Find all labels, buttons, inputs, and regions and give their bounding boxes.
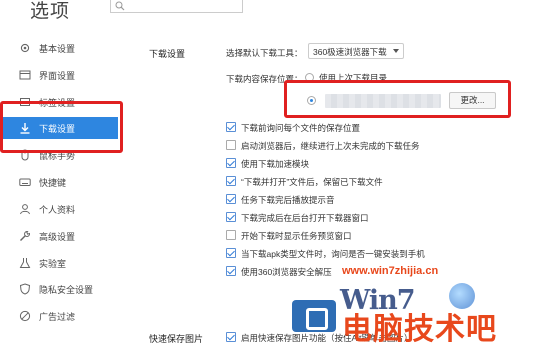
wrench-icon [20, 230, 31, 241]
option-label: 下载完成后在后台打开下载器窗口 [241, 213, 369, 223]
page-title: 选项 [30, 1, 71, 22]
search-icon [115, 1, 125, 11]
sidebar-item-label: 高级设置 [39, 232, 76, 242]
sidebar-item-lab[interactable]: 实验室 [0, 252, 118, 274]
watermark-brand: 电脑技术吧 [342, 313, 497, 346]
search-input[interactable] [110, 0, 243, 13]
block-icon [19, 310, 31, 322]
checkbox-quick-save-image[interactable] [226, 332, 236, 342]
sidebar-item-label: 实验室 [39, 259, 67, 269]
keyboard-icon [19, 178, 31, 186]
highlight-frame-path [284, 80, 511, 118]
highlight-frame-sidebar [0, 101, 123, 153]
title-bar: 选项 [0, 0, 539, 22]
checkbox-open-downloader-window[interactable] [226, 212, 236, 222]
sidebar-item-privacy-security[interactable]: 隐私安全设置 [0, 278, 118, 300]
sidebar-item-label: 快捷键 [39, 178, 67, 188]
sidebar-item-basic-settings[interactable]: 基本设置 [0, 37, 118, 59]
checkbox-apk-install-phone[interactable] [226, 248, 236, 258]
monitor-icon [292, 300, 336, 332]
checkbox-ask-save-location[interactable] [226, 122, 236, 132]
sidebar-item-label: 个人资料 [39, 205, 76, 215]
download-tool-select[interactable]: 360极速浏览器下载 [308, 43, 404, 59]
sidebar-item-label: 基本设置 [39, 44, 76, 54]
option-label: 下载前询问每个文件的保存位置 [241, 123, 361, 133]
checkbox-play-sound[interactable] [226, 194, 236, 204]
sidebar-item-profile[interactable]: 个人资料 [0, 198, 118, 220]
section-label-download: 下载设置 [149, 49, 186, 59]
sidebar-item-label: 隐私安全设置 [39, 285, 94, 295]
shield-icon [19, 283, 31, 295]
option-label: 启动浏览器后，继续进行上次未完成的下载任务 [241, 141, 420, 151]
sidebar-item-interface-settings[interactable]: 界面设置 [0, 64, 118, 86]
sidebar-item-ad-filter[interactable]: 广告过滤 [0, 305, 118, 327]
window-icon [19, 70, 31, 80]
download-tool-value: 360极速浏览器下载 [313, 47, 387, 57]
option-label: 开始下载时显示任务预览窗口 [241, 231, 352, 241]
option-label: 使用下载加速模块 [241, 159, 310, 169]
checkbox-resume-downloads[interactable] [226, 140, 236, 150]
checkbox-download-accelerator[interactable] [226, 158, 236, 168]
sidebar-item-shortcuts[interactable]: 快捷键 [0, 171, 118, 193]
option-label: 任务下载完后播放提示音 [241, 195, 335, 205]
download-tool-label: 选择默认下载工具： [226, 48, 303, 58]
sidebar: 基本设置 界面设置 标签设置 下载设置 鼠标手势 快捷键 个人资料 高级设置 实… [0, 35, 118, 347]
gear-icon [20, 43, 30, 53]
option-label: 当下载apk类型文件时，询问是否一键安装到手机 [241, 249, 425, 259]
checkbox-keep-downloaded-file[interactable] [226, 176, 236, 186]
section-label-quick-save: 快速保存图片 [149, 334, 204, 344]
watermark-url: www.win7zhijia.cn [342, 265, 439, 277]
sidebar-item-advanced-settings[interactable]: 高级设置 [0, 225, 118, 247]
checkbox-safe-unzip[interactable] [226, 266, 236, 276]
user-icon [20, 204, 30, 215]
flask-icon [19, 258, 31, 268]
sidebar-item-label: 界面设置 [39, 71, 76, 81]
sidebar-item-label: 广告过滤 [39, 312, 76, 322]
option-label: 使用360浏览器安全解压 [241, 267, 332, 277]
checkbox-show-preview-window[interactable] [226, 230, 236, 240]
chevron-down-icon [393, 49, 399, 53]
option-label: “下载并打开”文件后，保留已下载文件 [241, 177, 383, 187]
